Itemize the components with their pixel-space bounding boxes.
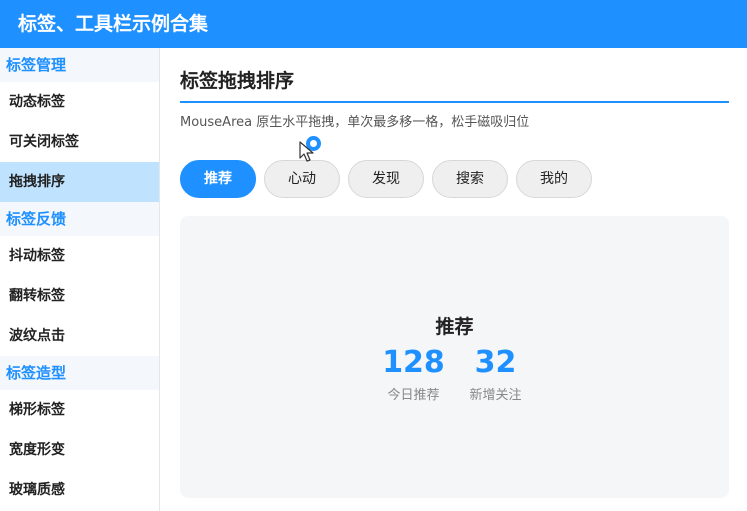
tab-recommend[interactable]: 推荐 [180, 160, 256, 198]
tab-bar: 推荐 心动 发现 搜索 我的 [180, 160, 600, 198]
stat-today-recommend: 128 今日推荐 [374, 344, 454, 403]
sidebar-item-width-morph[interactable]: 宽度形变 [0, 430, 159, 470]
page-subtitle: MouseArea 原生水平拖拽，单次最多移一格，松手磁吸归位 [180, 115, 530, 130]
sidebar-item-ripple-click[interactable]: 波纹点击 [0, 316, 159, 356]
arrow-cursor-icon [299, 141, 314, 162]
stat-value: 128 [382, 345, 445, 380]
sidebar-item-dynamic-tags[interactable]: 动态标签 [0, 82, 159, 122]
stat-new-follows: 32 新增关注 [456, 344, 536, 403]
stat-value: 32 [474, 345, 517, 380]
sidebar-item-trapezoid-tags[interactable]: 梯形标签 [0, 390, 159, 430]
sidebar-group-tag-management: 标签管理 [0, 48, 159, 82]
sidebar-item-glass-texture[interactable]: 玻璃质感 [0, 470, 159, 510]
sidebar-item-drag-sort[interactable]: 拖拽排序 [0, 162, 159, 202]
stats-row: 128 今日推荐 32 新增关注 [180, 344, 729, 403]
sidebar: 标签管理 动态标签 可关闭标签 拖拽排序 标签反馈 抖动标签 翻转标签 波纹点击… [0, 48, 160, 511]
page-title: 标签拖拽排序 [180, 70, 295, 92]
sidebar-item-shake-tags[interactable]: 抖动标签 [0, 236, 159, 276]
tab-search[interactable]: 搜索 [432, 160, 508, 198]
sidebar-item-closable-tags[interactable]: 可关闭标签 [0, 122, 159, 162]
tab-discover[interactable]: 发现 [348, 160, 424, 198]
tab-heartbeat[interactable]: 心动 [264, 160, 340, 198]
panel-title: 推荐 [435, 316, 474, 338]
title-divider [180, 101, 729, 103]
sidebar-group-tag-shapes: 标签造型 [0, 356, 159, 390]
stat-label: 今日推荐 [387, 388, 440, 403]
tab-mine[interactable]: 我的 [516, 160, 592, 198]
sidebar-group-tag-feedback: 标签反馈 [0, 202, 159, 236]
stat-label: 新增关注 [469, 388, 522, 403]
sidebar-item-flip-tags[interactable]: 翻转标签 [0, 276, 159, 316]
content-panel: 推荐 128 今日推荐 32 新增关注 [180, 216, 729, 498]
main-content: 标签拖拽排序 MouseArea 原生水平拖拽，单次最多移一格，松手磁吸归位 推… [180, 48, 729, 511]
window-title: 标签、工具栏示例合集 [0, 0, 747, 48]
